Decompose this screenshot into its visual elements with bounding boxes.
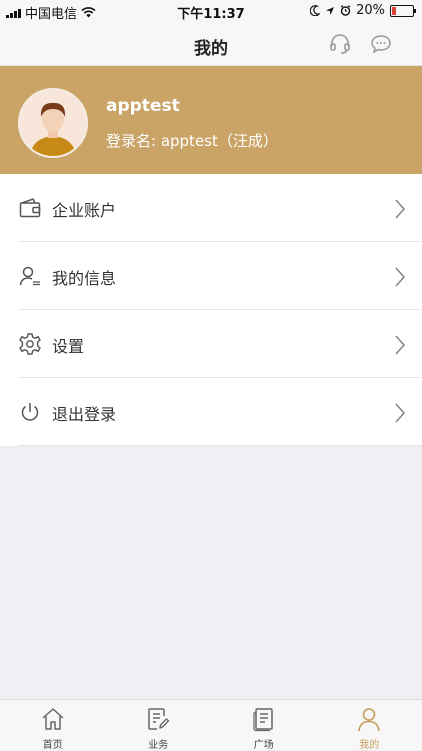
edit-document-icon [145,706,171,732]
tab-label: 我的 [317,736,422,751]
chevron-right-icon [394,266,406,288]
tab-label: 业务 [106,736,212,751]
menu-item-settings[interactable]: 设置 [0,310,422,378]
avatar-illustration [20,90,86,156]
home-icon [40,706,66,732]
tab-business[interactable]: 业务 [106,700,212,750]
username: apptest [106,96,180,116]
menu-item-label: 设置 [52,333,84,357]
tab-mine[interactable]: 我的 [317,700,422,750]
tab-square[interactable]: 广场 [211,700,317,750]
wallet-icon [18,196,42,220]
menu-item-label: 我的信息 [52,265,116,289]
avatar[interactable] [18,88,88,158]
login-name: 登录名: apptest（汪成） [106,130,278,151]
battery-percent: 20% [356,3,385,18]
gear-icon [18,332,42,356]
chevron-right-icon [394,198,406,220]
alarm-icon [340,5,351,16]
battery-icon [390,5,414,17]
person-icon [356,706,382,732]
page-title: 我的 [0,34,422,59]
menu-item-label: 企业账户 [52,197,116,221]
tab-label: 首页 [0,736,106,751]
chevron-right-icon [394,402,406,424]
menu-list: 企业账户 我的信息 设置 退出登录 [0,174,422,446]
user-info-icon [18,264,42,288]
menu-item-enterprise-account[interactable]: 企业账户 [0,174,422,242]
menu-item-my-info[interactable]: 我的信息 [0,242,422,310]
chat-bubble-icon[interactable] [369,32,393,56]
location-arrow-icon [325,6,335,16]
headset-icon[interactable] [328,32,352,56]
tab-home[interactable]: 首页 [0,700,106,750]
menu-item-label: 退出登录 [52,401,116,425]
menu-item-logout[interactable]: 退出登录 [0,378,422,446]
status-right: 20% [310,3,414,18]
navigation-bar: 我的 [0,22,422,66]
document-list-icon [251,706,277,732]
status-bar: 中国电信 下午11:37 20% [0,0,422,22]
power-icon [18,400,42,424]
tab-label: 广场 [211,736,317,751]
tab-bar: 首页 业务 广场 我的 [0,699,422,750]
divider [18,445,422,446]
profile-header[interactable]: apptest 登录名: apptest（汪成） [0,66,422,174]
chevron-right-icon [394,334,406,356]
moon-icon [310,5,320,16]
